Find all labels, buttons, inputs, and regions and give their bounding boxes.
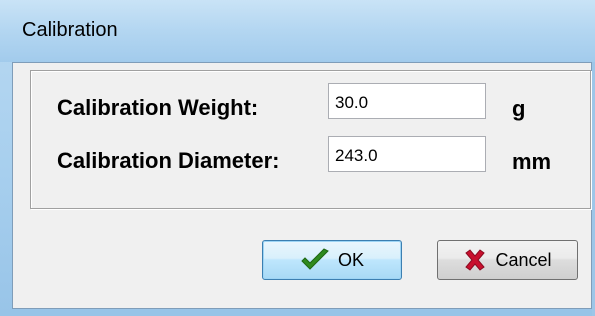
calibration-window: Calibration Calibration Weight: g Calibr… — [0, 0, 595, 316]
checkmark-icon — [301, 248, 329, 270]
cancel-button-label: Cancel — [495, 249, 552, 270]
diameter-unit-label: mm — [512, 149, 552, 174]
window-title: Calibration — [22, 19, 118, 41]
ok-button-label: OK — [337, 249, 364, 270]
x-icon — [465, 249, 486, 271]
calibration-diameter-label: Calibration Diameter: — [57, 148, 280, 173]
calibration-diameter-input[interactable] — [328, 136, 486, 172]
calibration-weight-label: Calibration Weight: — [57, 95, 259, 120]
calibration-weight-input[interactable] — [328, 83, 486, 119]
ok-button[interactable]: OK — [262, 240, 402, 280]
calibration-group-box: Calibration Weight: g Calibration Diamet… — [30, 70, 591, 209]
weight-unit-label: g — [512, 96, 526, 121]
title-bar[interactable]: Calibration — [0, 0, 595, 62]
cancel-button[interactable]: Cancel — [437, 240, 578, 280]
dialog-body: Calibration Weight: g Calibration Diamet… — [12, 62, 592, 309]
